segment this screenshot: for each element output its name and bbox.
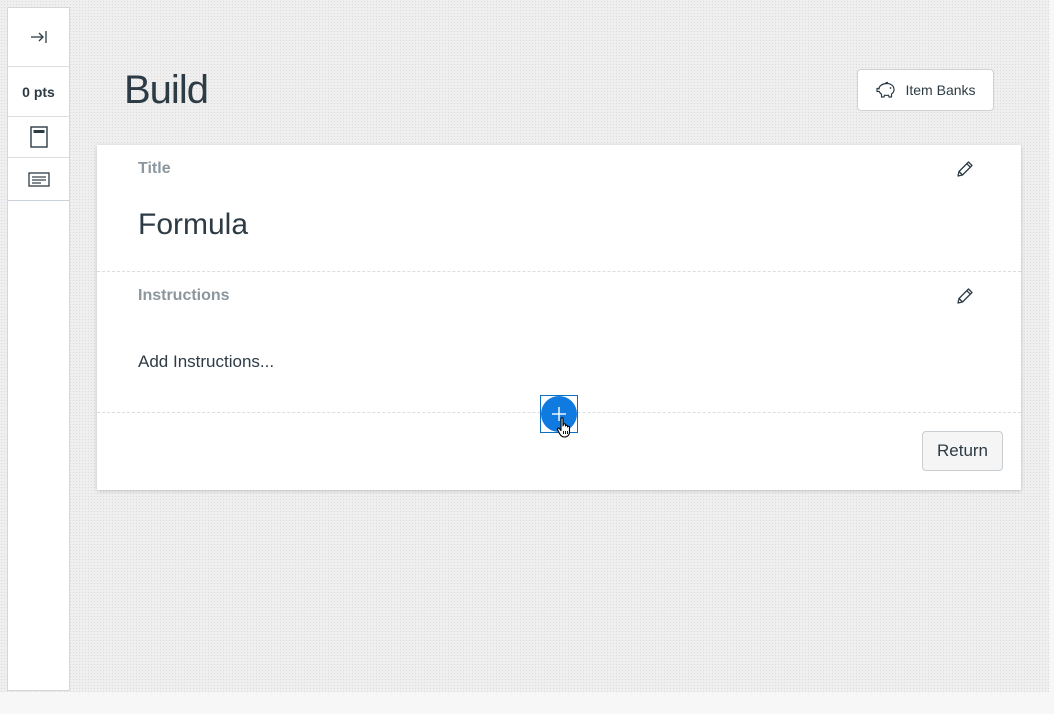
pencil-icon (957, 161, 973, 177)
question-nav-item-2[interactable] (8, 158, 69, 201)
expand-rail-button[interactable] (8, 8, 69, 67)
instructions-placeholder[interactable]: Add Instructions... (138, 352, 274, 372)
add-item-circle (541, 396, 577, 432)
plus-icon (552, 407, 566, 421)
left-rail: 0 pts (7, 7, 70, 691)
arrow-to-right-icon (30, 31, 47, 43)
item-banks-label: Item Banks (905, 82, 976, 98)
question-page-icon (29, 126, 48, 148)
page-title: Build (124, 68, 209, 112)
add-item-button[interactable] (540, 395, 578, 433)
title-label: Title (138, 160, 171, 177)
edit-instructions-button[interactable] (955, 286, 975, 306)
instructions-label: Instructions (138, 287, 230, 304)
piggy-bank-icon (876, 81, 896, 98)
edit-title-button[interactable] (955, 159, 975, 179)
return-button[interactable]: Return (922, 431, 1003, 471)
quiz-title[interactable]: Formula (138, 208, 248, 242)
points-total: 0 pts (8, 67, 69, 117)
question-nav-item-1[interactable] (8, 117, 69, 158)
item-banks-button[interactable]: Item Banks (857, 69, 994, 111)
text-block-icon (27, 171, 50, 187)
section-divider (97, 271, 1021, 272)
quiz-build-card: Title Formula Instructions Add Instructi… (97, 145, 1021, 490)
pencil-icon (957, 288, 973, 304)
